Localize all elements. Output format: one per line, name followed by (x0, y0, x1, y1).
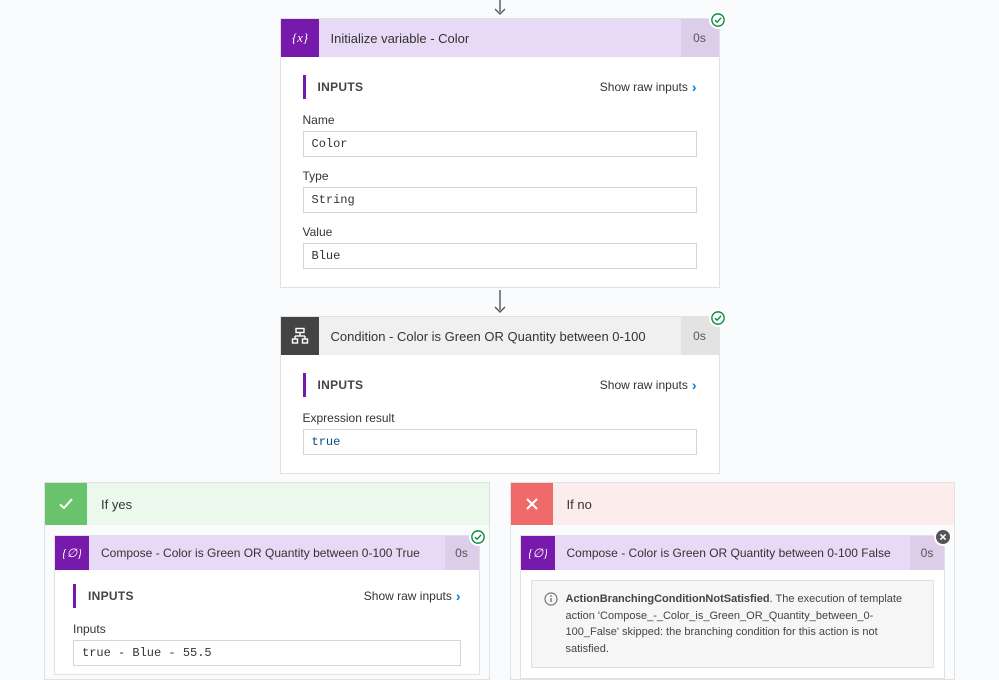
inputs-label: INPUTS (318, 80, 600, 94)
field-label: Value (303, 225, 697, 239)
status-success-icon (469, 528, 487, 546)
field-value: Blue (303, 243, 697, 269)
branch-header[interactable]: If yes (45, 483, 489, 525)
status-success-icon (709, 11, 727, 29)
arrow-down-icon (493, 288, 507, 316)
field-label: Type (303, 169, 697, 183)
skipped-text: ActionBranchingConditionNotSatisfied. Th… (566, 591, 922, 657)
field-value: Color (303, 131, 697, 157)
svg-text:{∅}: {∅} (63, 546, 81, 560)
branch-label: If yes (87, 497, 146, 512)
flow-arrow-top (0, 0, 999, 18)
action-compose-true[interactable]: {∅} Compose - Color is Green OR Quantity… (54, 535, 480, 675)
inputs-label: INPUTS (88, 589, 364, 603)
raw-link-text: Show raw inputs (600, 80, 688, 94)
field-type: Type String (303, 169, 697, 213)
compose-icon: {∅} (55, 536, 89, 570)
field-inputs: Inputs true - Blue - 55.5 (73, 622, 461, 666)
field-value: String (303, 187, 697, 213)
field-name: Name Color (303, 113, 697, 157)
branch-header[interactable]: If no (511, 483, 955, 525)
action-title: Compose - Color is Green OR Quantity bet… (555, 546, 911, 560)
action-compose-false[interactable]: {∅} Compose - Color is Green OR Quantity… (520, 535, 946, 679)
action-body: INPUTS Show raw inputs › Name Color Type… (281, 57, 719, 287)
action-header[interactable]: {∅} Compose - Color is Green OR Quantity… (55, 536, 479, 570)
raw-link-text: Show raw inputs (600, 378, 688, 392)
skipped-code: ActionBranchingConditionNotSatisfied (566, 593, 770, 605)
field-value-wrap: Value Blue (303, 225, 697, 269)
condition-branches: If yes {∅} Compose - Color is Green OR Q… (0, 482, 999, 680)
svg-text:{∅}: {∅} (529, 546, 547, 560)
inputs-section-header: INPUTS Show raw inputs › (303, 75, 697, 99)
action-header[interactable]: Condition - Color is Green OR Quantity b… (281, 317, 719, 355)
branch-label: If no (553, 497, 606, 512)
condition-icon (281, 317, 319, 355)
info-icon (544, 592, 558, 657)
inputs-section-header: INPUTS Show raw inputs › (73, 584, 461, 608)
field-value: true (303, 429, 697, 455)
action-header[interactable]: {∅} Compose - Color is Green OR Quantity… (521, 536, 945, 570)
field-value: true - Blue - 55.5 (73, 640, 461, 666)
action-title: Initialize variable - Color (319, 31, 681, 46)
action-body: INPUTS Show raw inputs › Inputs true - B… (55, 570, 479, 674)
branch-if-yes: If yes {∅} Compose - Color is Green OR Q… (44, 482, 490, 680)
inputs-label: INPUTS (318, 378, 600, 392)
check-icon (45, 483, 87, 525)
raw-link-text: Show raw inputs (364, 589, 452, 603)
show-raw-inputs-link[interactable]: Show raw inputs › (364, 588, 461, 604)
action-title: Compose - Color is Green OR Quantity bet… (89, 546, 445, 560)
field-expression: Expression result true (303, 411, 697, 455)
show-raw-inputs-link[interactable]: Show raw inputs › (600, 79, 697, 95)
field-label: Inputs (73, 622, 461, 636)
action-header[interactable]: {x} Initialize variable - Color 0s (281, 19, 719, 57)
action-condition[interactable]: Condition - Color is Green OR Quantity b… (280, 316, 720, 474)
status-success-icon (709, 309, 727, 327)
skipped-message: ActionBranchingConditionNotSatisfied. Th… (531, 580, 935, 668)
field-label: Expression result (303, 411, 697, 425)
status-skipped-icon (934, 528, 952, 546)
action-title: Condition - Color is Green OR Quantity b… (319, 329, 681, 344)
action-body: INPUTS Show raw inputs › Expression resu… (281, 355, 719, 473)
show-raw-inputs-link[interactable]: Show raw inputs › (600, 377, 697, 393)
compose-icon: {∅} (521, 536, 555, 570)
chevron-right-icon: › (692, 377, 697, 393)
chevron-right-icon: › (456, 588, 461, 604)
svg-text:{x}: {x} (291, 30, 308, 45)
branch-if-no: If no {∅} Compose - Color is Green OR Qu… (510, 482, 956, 680)
close-icon (511, 483, 553, 525)
field-label: Name (303, 113, 697, 127)
arrow-down-icon (493, 0, 507, 18)
flow-arrow-mid (0, 288, 999, 316)
chevron-right-icon: › (692, 79, 697, 95)
inputs-section-header: INPUTS Show raw inputs › (303, 373, 697, 397)
action-initialize-variable[interactable]: {x} Initialize variable - Color 0s INPUT… (280, 18, 720, 288)
variable-icon: {x} (281, 19, 319, 57)
